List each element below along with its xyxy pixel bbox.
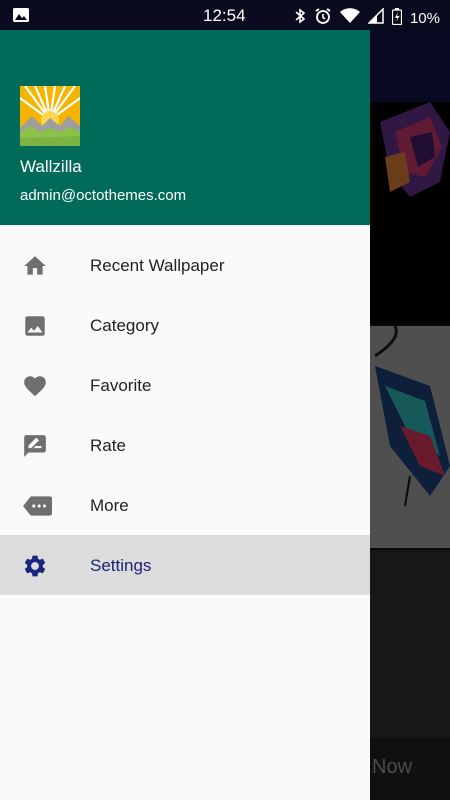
drawer-menu: Recent Wallpaper Category Favorite Rate …	[0, 235, 370, 595]
menu-item-label: Settings	[90, 556, 152, 575]
more-tag-icon	[22, 493, 52, 519]
drawer-scrim[interactable]	[370, 30, 450, 800]
heart-icon	[22, 373, 48, 399]
image-icon	[22, 313, 48, 339]
clock: 12:54	[203, 6, 246, 25]
account-email: admin@octothemes.com	[20, 187, 187, 204]
menu-item-recent-wallpaper[interactable]: Recent Wallpaper	[0, 235, 370, 295]
app-logo	[19, 85, 81, 146]
menu-item-label: More	[90, 496, 129, 515]
menu-item-label: Recent Wallpaper	[90, 256, 225, 275]
signal-icon	[367, 7, 384, 29]
image-icon	[12, 7, 30, 28]
menu-item-settings[interactable]: Settings	[0, 535, 370, 595]
rate-review-icon	[22, 433, 48, 459]
bluetooth-icon	[294, 8, 306, 29]
menu-item-label: Rate	[90, 436, 126, 455]
gear-icon	[22, 553, 48, 579]
status-bar: 12:54 10%	[0, 0, 450, 30]
app-name: Wallzilla	[20, 157, 82, 176]
alarm-icon	[314, 7, 332, 30]
menu-item-more[interactable]: More	[0, 475, 370, 535]
menu-item-category[interactable]: Category	[0, 295, 370, 355]
wifi-icon	[339, 8, 360, 29]
drawer-header: Wallzilla admin@octothemes.com	[0, 30, 370, 225]
menu-item-rate[interactable]: Rate	[0, 415, 370, 475]
battery-charging-icon	[391, 7, 403, 30]
battery-level: 10%	[409, 10, 440, 27]
navigation-drawer: Wallzilla admin@octothemes.com Recent Wa…	[0, 0, 370, 800]
home-icon	[22, 253, 48, 279]
menu-item-label: Category	[90, 316, 159, 335]
menu-item-label: Favorite	[90, 376, 152, 395]
menu-item-favorite[interactable]: Favorite	[0, 355, 370, 415]
